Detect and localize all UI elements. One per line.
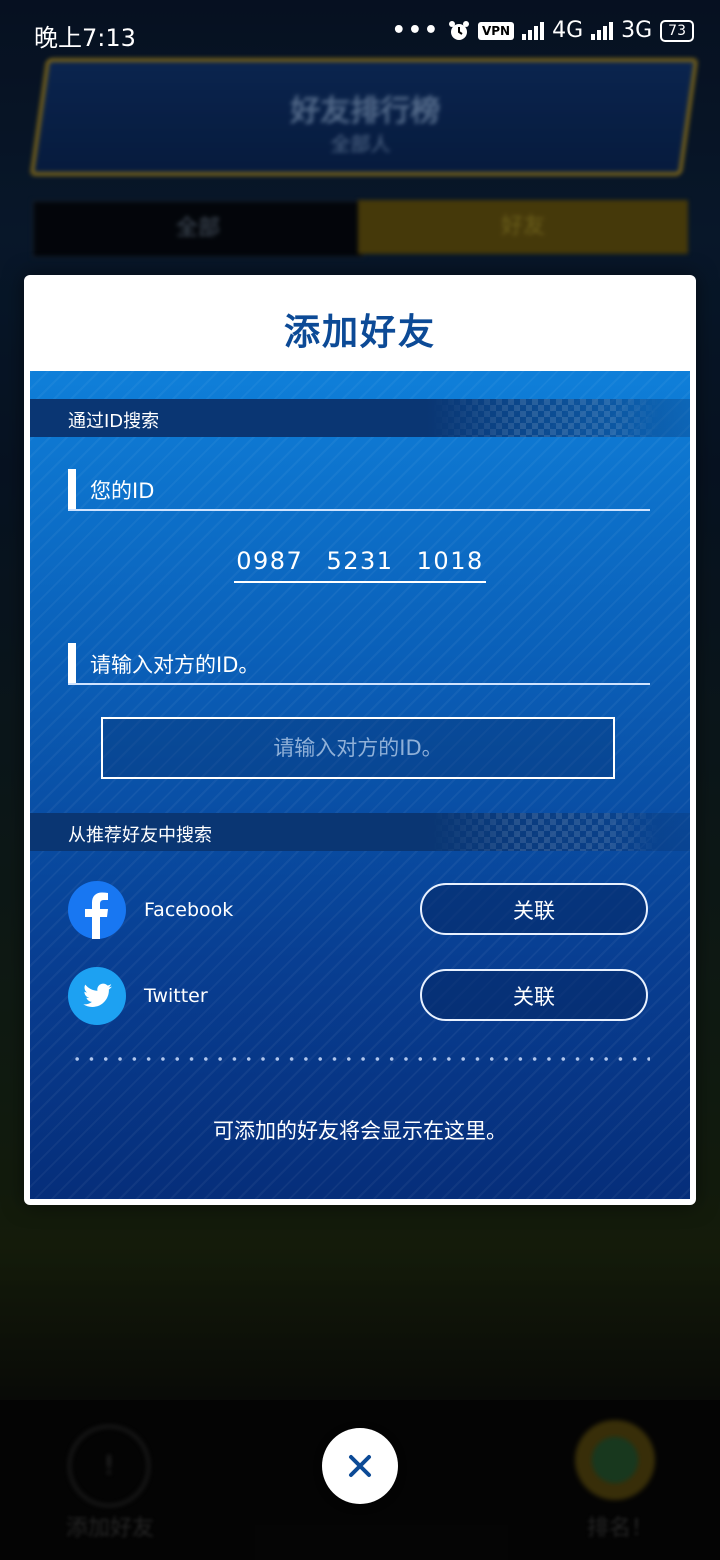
alarm-icon (448, 20, 469, 40)
section-label: 通过ID搜索 (68, 411, 160, 432)
section-label: 从推荐好友中搜索 (68, 825, 212, 846)
twitter-link-button[interactable]: 关联 (420, 969, 648, 1021)
twitter-row: Twitter 关联 (68, 967, 652, 1027)
facebook-row: Facebook 关联 (68, 881, 652, 941)
heading-marker (68, 643, 76, 683)
add-friend-dialog: 添加好友 通过ID搜索 您的ID 0987 5231 1018 请输入对方的ID… (24, 275, 696, 1205)
vpn-badge: VPN (477, 21, 515, 40)
twitter-icon (68, 967, 126, 1025)
signal-icon (522, 21, 545, 40)
close-icon (349, 1455, 371, 1477)
your-id-heading: 您的ID (68, 469, 650, 511)
checker-pattern (430, 399, 660, 437)
friend-id-input[interactable] (101, 717, 615, 779)
heading-marker (68, 469, 76, 509)
your-id-value: 0987 5231 1018 (30, 547, 690, 583)
twitter-label: Twitter (144, 985, 208, 1007)
enter-id-heading: 请输入对方的ID。 (68, 643, 650, 685)
your-id-text: 0987 5231 1018 (234, 547, 486, 583)
checker-pattern (430, 813, 660, 851)
battery-icon: 73 (660, 19, 694, 42)
status-time: 晚上7:13 (34, 24, 136, 52)
section-header-search-by-id: 通过ID搜索 (30, 399, 690, 437)
enter-id-label: 请输入对方的ID。 (90, 653, 260, 677)
status-bar: 晚上7:13 ••• VPN 4G 3G 73 (0, 0, 720, 66)
dialog-panel: 通过ID搜索 您的ID 0987 5231 1018 请输入对方的ID。 从推荐… (30, 371, 690, 1199)
facebook-label: Facebook (144, 899, 234, 921)
network-type-2: 3G (621, 18, 653, 43)
your-id-label: 您的ID (90, 479, 155, 503)
status-indicators: ••• VPN 4G 3G 73 (392, 18, 694, 43)
facebook-icon (68, 881, 126, 939)
close-button[interactable] (322, 1428, 398, 1504)
dotted-divider (70, 1057, 650, 1061)
more-dots-icon: ••• (391, 18, 440, 43)
network-type-1: 4G (552, 18, 584, 43)
empty-friends-message: 可添加的好友将会显示在这里。 (213, 1119, 507, 1143)
section-header-recommended: 从推荐好友中搜索 (30, 813, 690, 851)
signal-icon-2 (591, 21, 614, 40)
dialog-title: 添加好友 (283, 312, 436, 353)
facebook-link-button[interactable]: 关联 (420, 883, 648, 935)
